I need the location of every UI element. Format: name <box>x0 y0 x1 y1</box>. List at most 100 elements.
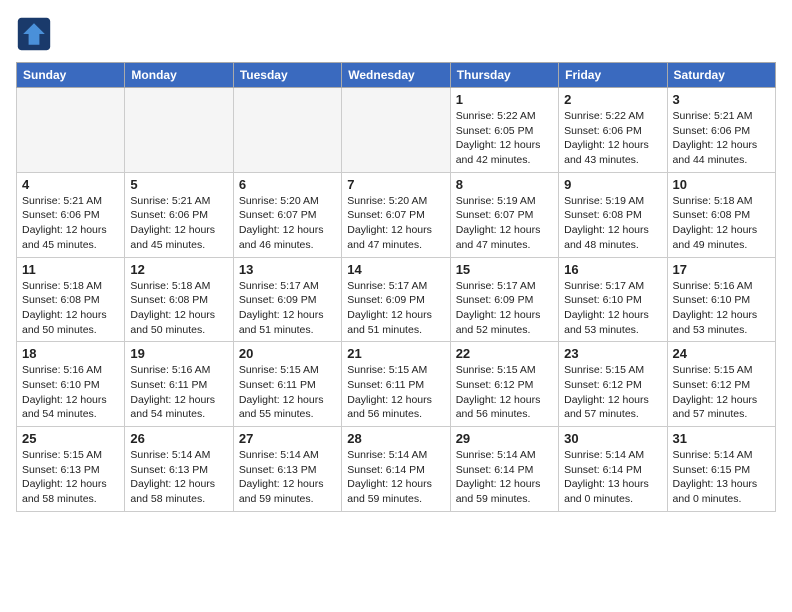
day-number: 21 <box>347 346 444 361</box>
calendar-week-row: 4 Sunrise: 5:21 AM Sunset: 6:06 PM Daylig… <box>17 172 776 257</box>
day-info: Sunrise: 5:22 AM Sunset: 6:05 PM Dayligh… <box>456 109 553 168</box>
day-number: 30 <box>564 431 661 446</box>
day-info: Sunrise: 5:15 AM Sunset: 6:12 PM Dayligh… <box>564 363 661 422</box>
page-header <box>16 16 776 52</box>
day-info: Sunrise: 5:14 AM Sunset: 6:14 PM Dayligh… <box>456 448 553 507</box>
day-info: Sunrise: 5:16 AM Sunset: 6:10 PM Dayligh… <box>22 363 119 422</box>
calendar-cell: 24 Sunrise: 5:15 AM Sunset: 6:12 PM Dayli… <box>667 342 775 427</box>
logo <box>16 16 56 52</box>
calendar-cell: 9 Sunrise: 5:19 AM Sunset: 6:08 PM Daylig… <box>559 172 667 257</box>
day-number: 18 <box>22 346 119 361</box>
calendar-cell: 12 Sunrise: 5:18 AM Sunset: 6:08 PM Dayli… <box>125 257 233 342</box>
day-header-wednesday: Wednesday <box>342 63 450 88</box>
calendar-cell: 17Sunrise: 5:16 AM Sunset: 6:10 PM Dayli… <box>667 257 775 342</box>
day-number: 22 <box>456 346 553 361</box>
calendar-cell: 27 Sunrise: 5:14 AM Sunset: 6:13 PM Dayli… <box>233 427 341 512</box>
calendar-cell: 21 Sunrise: 5:15 AM Sunset: 6:11 PM Dayli… <box>342 342 450 427</box>
day-number: 8 <box>456 177 553 192</box>
day-number: 17 <box>673 262 770 277</box>
day-info: Sunrise: 5:15 AM Sunset: 6:12 PM Dayligh… <box>673 363 770 422</box>
day-number: 2 <box>564 92 661 107</box>
day-number: 29 <box>456 431 553 446</box>
day-info: Sunrise: 5:17 AM Sunset: 6:09 PM Dayligh… <box>456 279 553 338</box>
day-number: 23 <box>564 346 661 361</box>
day-number: 16 <box>564 262 661 277</box>
calendar-cell <box>342 88 450 173</box>
day-number: 3 <box>673 92 770 107</box>
day-info: Sunrise: 5:21 AM Sunset: 6:06 PM Dayligh… <box>130 194 227 253</box>
day-number: 9 <box>564 177 661 192</box>
day-number: 28 <box>347 431 444 446</box>
day-info: Sunrise: 5:15 AM Sunset: 6:11 PM Dayligh… <box>239 363 336 422</box>
day-number: 12 <box>130 262 227 277</box>
calendar-cell: 5Sunrise: 5:21 AM Sunset: 6:06 PM Daylig… <box>125 172 233 257</box>
calendar-cell: 19 Sunrise: 5:16 AM Sunset: 6:11 PM Dayli… <box>125 342 233 427</box>
day-info: Sunrise: 5:15 AM Sunset: 6:11 PM Dayligh… <box>347 363 444 422</box>
day-info: Sunrise: 5:18 AM Sunset: 6:08 PM Dayligh… <box>130 279 227 338</box>
day-number: 20 <box>239 346 336 361</box>
day-number: 10 <box>673 177 770 192</box>
calendar-cell: 30Sunrise: 5:14 AM Sunset: 6:14 PM Dayli… <box>559 427 667 512</box>
calendar-cell: 3 Sunrise: 5:21 AM Sunset: 6:06 PM Daylig… <box>667 88 775 173</box>
calendar-cell: 26 Sunrise: 5:14 AM Sunset: 6:13 PM Dayli… <box>125 427 233 512</box>
day-number: 27 <box>239 431 336 446</box>
calendar-cell: 8 Sunrise: 5:19 AM Sunset: 6:07 PM Daylig… <box>450 172 558 257</box>
day-number: 24 <box>673 346 770 361</box>
calendar-week-row: 25 Sunrise: 5:15 AM Sunset: 6:13 PM Dayli… <box>17 427 776 512</box>
calendar-cell: 15 Sunrise: 5:17 AM Sunset: 6:09 PM Dayli… <box>450 257 558 342</box>
calendar-cell: 25 Sunrise: 5:15 AM Sunset: 6:13 PM Dayli… <box>17 427 125 512</box>
calendar-cell: 28Sunrise: 5:14 AM Sunset: 6:14 PM Dayli… <box>342 427 450 512</box>
day-info: Sunrise: 5:18 AM Sunset: 6:08 PM Dayligh… <box>22 279 119 338</box>
day-info: Sunrise: 5:22 AM Sunset: 6:06 PM Dayligh… <box>564 109 661 168</box>
day-info: Sunrise: 5:18 AM Sunset: 6:08 PM Dayligh… <box>673 194 770 253</box>
day-header-sunday: Sunday <box>17 63 125 88</box>
day-info: Sunrise: 5:19 AM Sunset: 6:08 PM Dayligh… <box>564 194 661 253</box>
day-number: 13 <box>239 262 336 277</box>
calendar-week-row: 18 Sunrise: 5:16 AM Sunset: 6:10 PM Dayli… <box>17 342 776 427</box>
day-info: Sunrise: 5:17 AM Sunset: 6:10 PM Dayligh… <box>564 279 661 338</box>
day-info: Sunrise: 5:14 AM Sunset: 6:13 PM Dayligh… <box>130 448 227 507</box>
day-info: Sunrise: 5:15 AM Sunset: 6:13 PM Dayligh… <box>22 448 119 507</box>
calendar-cell: 14 Sunrise: 5:17 AM Sunset: 6:09 PM Dayli… <box>342 257 450 342</box>
day-number: 14 <box>347 262 444 277</box>
day-info: Sunrise: 5:19 AM Sunset: 6:07 PM Dayligh… <box>456 194 553 253</box>
calendar: SundayMondayTuesdayWednesdayThursdayFrid… <box>16 62 776 512</box>
day-header-saturday: Saturday <box>667 63 775 88</box>
day-info: Sunrise: 5:17 AM Sunset: 6:09 PM Dayligh… <box>239 279 336 338</box>
day-number: 31 <box>673 431 770 446</box>
calendar-header-row: SundayMondayTuesdayWednesdayThursdayFrid… <box>17 63 776 88</box>
calendar-cell: 20 Sunrise: 5:15 AM Sunset: 6:11 PM Dayli… <box>233 342 341 427</box>
day-info: Sunrise: 5:17 AM Sunset: 6:09 PM Dayligh… <box>347 279 444 338</box>
day-info: Sunrise: 5:20 AM Sunset: 6:07 PM Dayligh… <box>239 194 336 253</box>
calendar-cell: 22Sunrise: 5:15 AM Sunset: 6:12 PM Dayli… <box>450 342 558 427</box>
calendar-cell: 7Sunrise: 5:20 AM Sunset: 6:07 PM Daylig… <box>342 172 450 257</box>
calendar-cell <box>17 88 125 173</box>
day-number: 11 <box>22 262 119 277</box>
calendar-cell: 29 Sunrise: 5:14 AM Sunset: 6:14 PM Dayli… <box>450 427 558 512</box>
day-info: Sunrise: 5:21 AM Sunset: 6:06 PM Dayligh… <box>22 194 119 253</box>
calendar-cell: 6 Sunrise: 5:20 AM Sunset: 6:07 PM Daylig… <box>233 172 341 257</box>
calendar-cell: 18 Sunrise: 5:16 AM Sunset: 6:10 PM Dayli… <box>17 342 125 427</box>
day-info: Sunrise: 5:14 AM Sunset: 6:13 PM Dayligh… <box>239 448 336 507</box>
calendar-week-row: 1 Sunrise: 5:22 AM Sunset: 6:05 PM Daylig… <box>17 88 776 173</box>
day-number: 25 <box>22 431 119 446</box>
calendar-cell <box>233 88 341 173</box>
calendar-cell: 16 Sunrise: 5:17 AM Sunset: 6:10 PM Dayli… <box>559 257 667 342</box>
day-number: 26 <box>130 431 227 446</box>
day-number: 19 <box>130 346 227 361</box>
day-info: Sunrise: 5:16 AM Sunset: 6:11 PM Dayligh… <box>130 363 227 422</box>
day-info: Sunrise: 5:14 AM Sunset: 6:15 PM Dayligh… <box>673 448 770 507</box>
day-number: 1 <box>456 92 553 107</box>
calendar-cell: 23 Sunrise: 5:15 AM Sunset: 6:12 PM Dayli… <box>559 342 667 427</box>
day-info: Sunrise: 5:21 AM Sunset: 6:06 PM Dayligh… <box>673 109 770 168</box>
day-number: 15 <box>456 262 553 277</box>
day-number: 7 <box>347 177 444 192</box>
day-header-friday: Friday <box>559 63 667 88</box>
calendar-cell <box>125 88 233 173</box>
calendar-cell: 31 Sunrise: 5:14 AM Sunset: 6:15 PM Dayli… <box>667 427 775 512</box>
calendar-cell: 1 Sunrise: 5:22 AM Sunset: 6:05 PM Daylig… <box>450 88 558 173</box>
day-number: 4 <box>22 177 119 192</box>
calendar-cell: 11 Sunrise: 5:18 AM Sunset: 6:08 PM Dayli… <box>17 257 125 342</box>
day-header-monday: Monday <box>125 63 233 88</box>
day-number: 6 <box>239 177 336 192</box>
